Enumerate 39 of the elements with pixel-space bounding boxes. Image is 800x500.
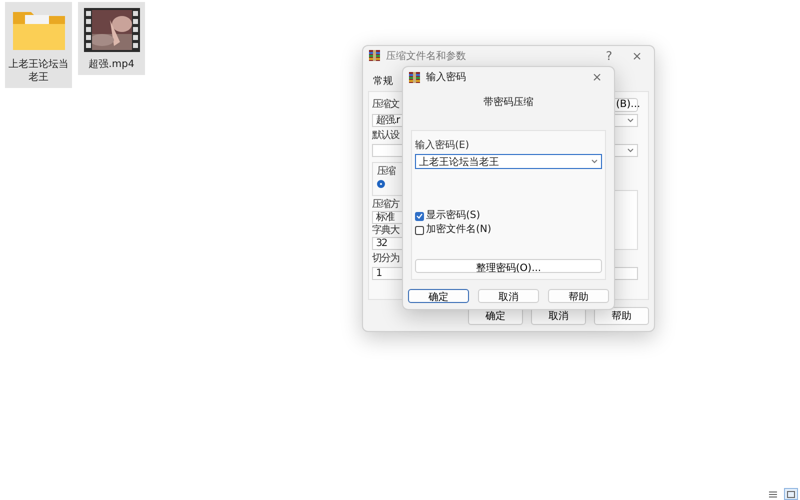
details-view-icon[interactable] [769,490,777,498]
chevron-icon [627,118,634,123]
app-logo-icon [369,50,380,62]
dialog-button[interactable]: 取消 [478,289,539,303]
file-name: 上老王论坛当老王 [8,58,70,84]
close-button[interactable]: × [626,48,648,63]
browse-button[interactable]: (B)... [613,98,638,112]
file-name: 超强.mp4 [88,58,136,71]
large-icons-view-icon[interactable] [787,490,795,498]
desktop-icon[interactable]: 超强.mp4 [78,2,145,75]
password-combo-box[interactable]: 上老王论坛当老王 [415,154,602,169]
desktop-icon[interactable]: 上老王论坛当老王 [5,2,72,88]
field-label: 压缩文 [372,98,399,112]
checkbox-option[interactable]: 加密文件名(N) [415,223,602,237]
dialog-button[interactable]: 确定 [408,289,469,303]
app-logo-icon [409,72,420,82]
checkbox-option[interactable]: 显示密码(S) [415,209,602,223]
organize-passwords-button[interactable]: 整理密码(O)... [415,259,602,273]
field-label: 默认设 [372,128,399,142]
radio-button[interactable] [377,180,385,188]
chevron-icon [627,148,634,153]
close-button[interactable]: × [586,70,608,84]
window-title: 输入密码 [426,70,467,84]
checkbox[interactable] [415,226,424,234]
dialog-button[interactable]: 帮助 [594,307,649,325]
field-label: 切分为 [372,252,399,265]
dialog-heading: 带密码压缩 [484,96,534,109]
view-toggle[interactable] [784,488,798,500]
help-button[interactable]: ? [598,48,620,63]
chevron-icon [591,159,598,164]
window-title: 压缩文件名和参数 [386,50,467,63]
tab[interactable]: 常规 [371,74,395,88]
field-label: 字典大 [372,224,399,237]
checkbox[interactable] [415,212,424,220]
group-label: 压缩 [377,164,396,178]
field-label: 输入密码(E) [415,139,470,152]
field-label: 压缩方 [372,198,399,211]
check-icon [416,213,423,219]
dialog-button[interactable]: 帮助 [548,289,609,303]
